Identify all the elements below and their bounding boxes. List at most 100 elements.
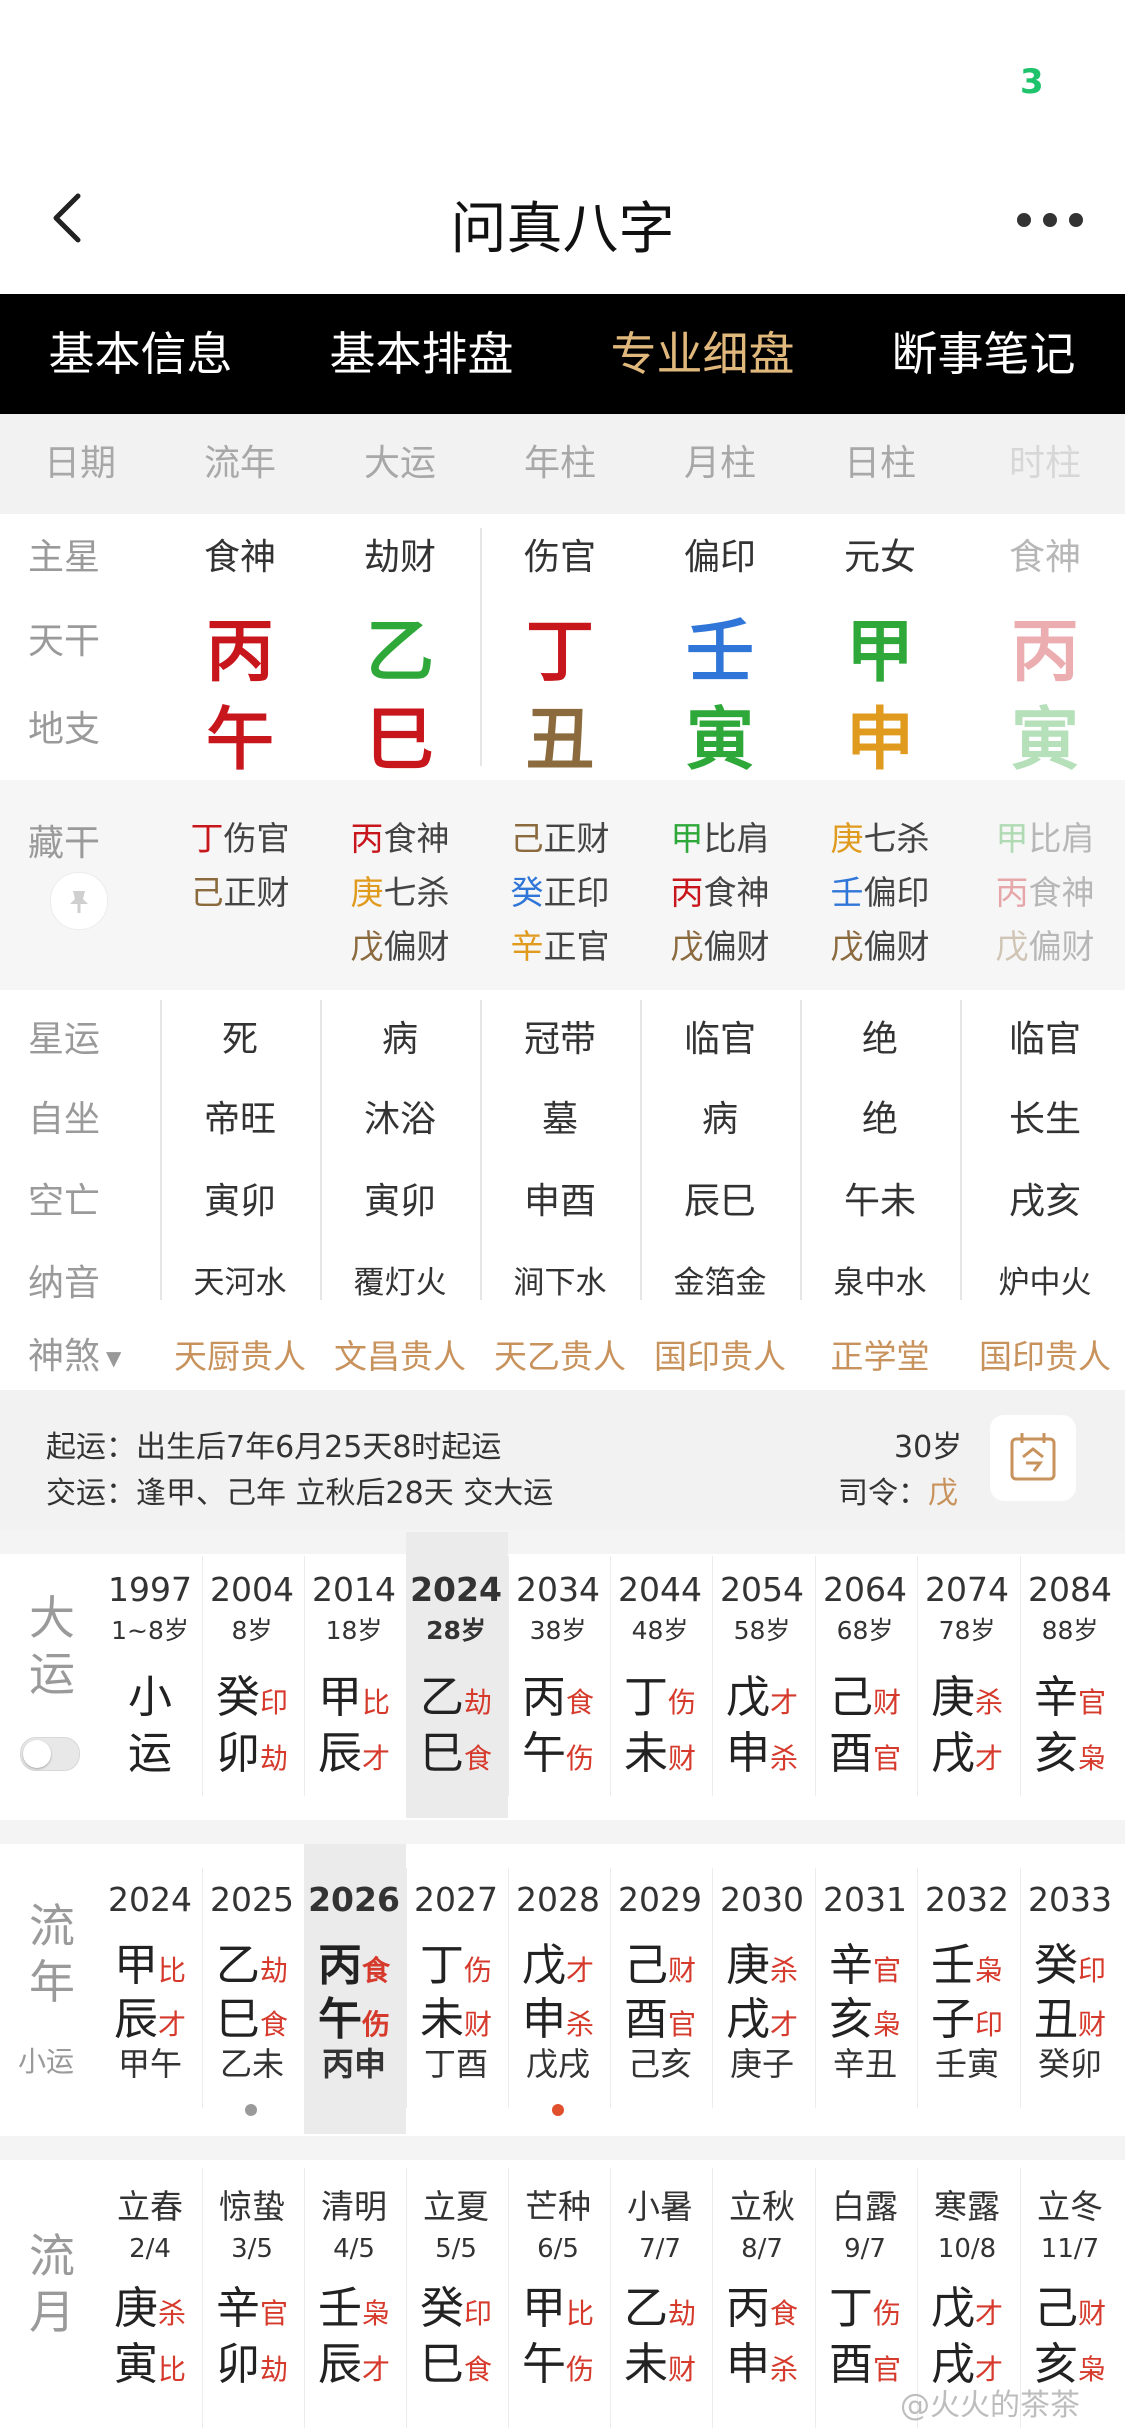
zhi-char: 辰 bbox=[317, 1728, 362, 1779]
tab-basic-info[interactable]: 基本信息 bbox=[0, 294, 281, 414]
kongwang-cell: 戌亥 bbox=[1008, 1181, 1081, 1222]
hidden-stem-char: 丙 bbox=[670, 873, 704, 912]
liuyue-column[interactable]: 白露 9/7 丁伤 酉官 bbox=[815, 2180, 915, 2390]
zhi-char: 卯 bbox=[215, 2339, 260, 2390]
dayun-column[interactable]: 2004 8岁 癸印 卯劫 bbox=[202, 1570, 302, 1779]
dayun-column[interactable]: 2024 28岁 乙劫 巳食 bbox=[406, 1570, 506, 1779]
dayun-year: 2054 bbox=[720, 1570, 804, 1609]
liunian-year: 2030 bbox=[720, 1880, 804, 1919]
dayun-gan: 丙食 bbox=[508, 1661, 608, 1723]
calendar-button[interactable] bbox=[990, 1415, 1076, 1501]
liunian-year: 2025 bbox=[210, 1880, 294, 1919]
zhi-god: 伤 bbox=[565, 2353, 594, 2386]
zhi-god: 财 bbox=[667, 1742, 696, 1775]
liuyue-column[interactable]: 立秋 8/7 丙食 申杀 bbox=[712, 2180, 812, 2390]
shensha-cell[interactable]: 文昌贵人 bbox=[320, 1330, 480, 1378]
liuyue-column[interactable]: 小暑 7/7 乙劫 未财 bbox=[610, 2180, 710, 2390]
liuyue-column[interactable]: 立冬 11/7 己财 亥枭 bbox=[1020, 2180, 1120, 2390]
dayun-gan: 甲比 bbox=[304, 1661, 404, 1723]
liuyue-column[interactable]: 芒种 6/5 甲比 午伤 bbox=[508, 2180, 608, 2390]
gan-god: 劫 bbox=[463, 1686, 492, 1719]
liunian-gan: 甲比 bbox=[100, 1929, 200, 1991]
dayun-column[interactable]: 2074 78岁 庚杀 戌才 bbox=[917, 1570, 1017, 1779]
hidden-stem: 庚七杀 bbox=[800, 812, 960, 860]
kongwang-cell: 辰巳 bbox=[683, 1181, 756, 1222]
liunian-column[interactable]: 2024 甲比 辰才 甲午 bbox=[100, 1880, 200, 2085]
hidden-stem: 丁伤官 bbox=[160, 812, 320, 860]
hidden-stem-god: 七杀 bbox=[863, 819, 930, 858]
zhi-god: 才 bbox=[769, 2008, 798, 2041]
kongwang-cell: 申酉 bbox=[523, 1181, 596, 1222]
hidden-stem-god: 偏印 bbox=[863, 873, 930, 912]
liunian-column[interactable]: 2028 戊才 申杀 戊戌 bbox=[508, 1880, 608, 2085]
shensha-dropdown[interactable]: 神煞 ▼ bbox=[28, 1327, 121, 1379]
dayun-column[interactable]: 2054 58岁 戊才 申杀 bbox=[712, 1570, 812, 1779]
liunian-column[interactable]: 2026 丙食 午伤 丙申 bbox=[304, 1880, 404, 2085]
xiaoyun-ganzhi: 丁酉 bbox=[423, 2045, 488, 2083]
zhi-char: 酉 bbox=[623, 1994, 668, 2045]
liunian-column[interactable]: 2030 庚杀 戌才 庚子 bbox=[712, 1880, 812, 2085]
dayun-zhi: 午伤 bbox=[508, 1717, 608, 1779]
liuyue-date: 2/4 bbox=[129, 2234, 171, 2264]
pin-icon[interactable] bbox=[50, 872, 108, 930]
liuyue-column[interactable]: 立春 2/4 庚杀 寅比 bbox=[100, 2180, 200, 2390]
zhi-char: 戌 bbox=[930, 1728, 975, 1779]
zhi-char: 未 bbox=[623, 2339, 668, 2390]
liuyue-zhi: 卯劫 bbox=[202, 2328, 302, 2390]
gan-char: 乙 bbox=[623, 2283, 668, 2334]
zizuo-cell: 墓 bbox=[541, 1099, 578, 1140]
zhi-god: 官 bbox=[872, 1742, 901, 1775]
tab-pro-chart[interactable]: 专业细盘 bbox=[562, 294, 843, 414]
dayun-column[interactable]: 2064 68岁 己财 酉官 bbox=[815, 1570, 915, 1779]
xingyun-cell: 冠带 bbox=[523, 1019, 596, 1060]
shensha-cell[interactable]: 天厨贵人 bbox=[160, 1330, 320, 1378]
shensha-cell[interactable]: 天乙贵人 bbox=[480, 1330, 640, 1378]
shensha-cell[interactable]: 国印贵人 bbox=[640, 1330, 800, 1378]
dayun-column[interactable]: 2014 18岁 甲比 辰才 bbox=[304, 1570, 404, 1779]
dayun-column[interactable]: 2084 88岁 辛官 亥枭 bbox=[1020, 1570, 1120, 1779]
shensha-cell[interactable]: 正学堂 bbox=[800, 1330, 960, 1378]
liunian-column[interactable]: 2032 壬枭 子印 壬寅 bbox=[917, 1880, 1017, 2085]
header-date: 日期 bbox=[43, 443, 116, 484]
tab-notes[interactable]: 断事笔记 bbox=[843, 294, 1124, 414]
gan-char: 癸 bbox=[215, 1672, 260, 1723]
liunian-column[interactable]: 2025 乙劫 巳食 乙未 bbox=[202, 1880, 302, 2085]
hidden-stem-god: 比肩 bbox=[1028, 819, 1095, 858]
zhi-char: 巳 bbox=[419, 1728, 464, 1779]
zhi-char: 巳 bbox=[419, 2339, 464, 2390]
liuyue-date: 4/5 bbox=[333, 2234, 375, 2264]
liunian-column[interactable]: 2033 癸印 丑财 癸卯 bbox=[1020, 1880, 1120, 2085]
tiangan-char: 丙 bbox=[205, 613, 274, 692]
hidden-stem: 丙食神 bbox=[640, 866, 800, 914]
hidden-stem-god: 正财 bbox=[543, 819, 610, 858]
age-text: 30岁 bbox=[894, 1430, 963, 1465]
kongwang-cell: 寅卯 bbox=[363, 1181, 436, 1222]
liuyue-column[interactable]: 惊蛰 3/5 辛官 卯劫 bbox=[202, 2180, 302, 2390]
dayun-gan: 己财 bbox=[815, 1661, 915, 1723]
zhi-char: 申 bbox=[725, 1728, 770, 1779]
dayun-gan: 庚杀 bbox=[917, 1661, 1017, 1723]
hidden-stem: 癸正印 bbox=[480, 866, 640, 914]
dayun-column[interactable]: 2044 48岁 丁伤 未财 bbox=[610, 1570, 710, 1779]
zhi-char: 辰 bbox=[317, 2339, 362, 2390]
tab-basic-chart[interactable]: 基本排盘 bbox=[281, 294, 562, 414]
liunian-column[interactable]: 2027 丁伤 未财 丁酉 bbox=[406, 1880, 506, 2085]
liuyue-column[interactable]: 寒露 10/8 戊才 戌才 bbox=[917, 2180, 1017, 2390]
liunian-column[interactable]: 2029 己财 酉官 己亥 bbox=[610, 1880, 710, 2085]
nayin-cell: 天河水 bbox=[193, 1265, 287, 1301]
gan-god: 食 bbox=[565, 1686, 594, 1719]
liunian-zhi: 申杀 bbox=[508, 1983, 608, 2045]
dayun-toggle[interactable] bbox=[20, 1737, 80, 1771]
dayun-column[interactable]: 2034 38岁 丙食 午伤 bbox=[508, 1570, 608, 1779]
liunian-zhi: 巳食 bbox=[202, 1983, 302, 2045]
shensha-cell[interactable]: 国印贵人 bbox=[965, 1330, 1125, 1378]
zizuo-cell: 沐浴 bbox=[363, 1099, 436, 1140]
dayun-column[interactable]: 1997 1~8岁小运 bbox=[100, 1570, 200, 1779]
liunian-column[interactable]: 2031 辛官 亥枭 辛丑 bbox=[815, 1880, 915, 2085]
status-indicator: 3 bbox=[1020, 62, 1044, 102]
liuyue-column[interactable]: 立夏 5/5 癸印 巳食 bbox=[406, 2180, 506, 2390]
more-button[interactable] bbox=[1010, 200, 1090, 240]
liuyue-column[interactable]: 清明 4/5 壬枭 辰才 bbox=[304, 2180, 404, 2390]
section-gap bbox=[0, 1530, 1125, 1554]
zhi-char: 午 bbox=[521, 2339, 566, 2390]
